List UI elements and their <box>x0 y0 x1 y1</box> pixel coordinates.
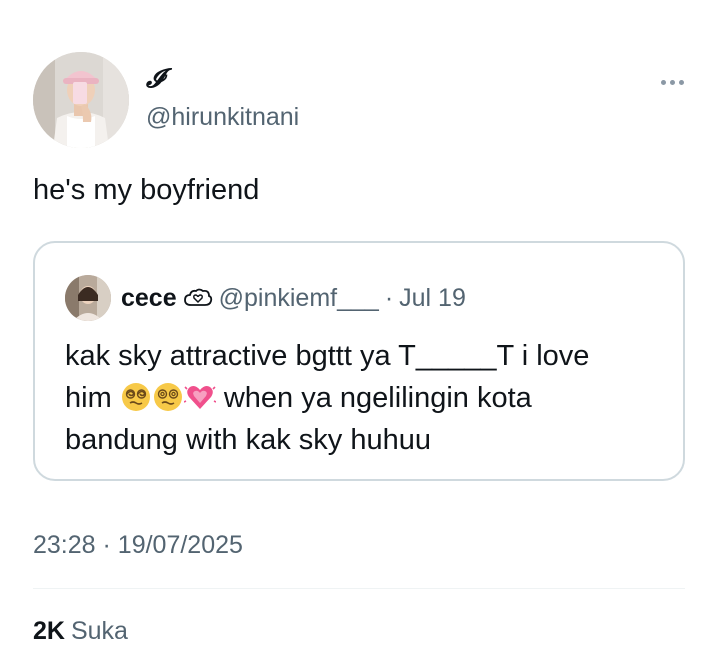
likes-stat[interactable]: 2K Suka <box>33 616 128 646</box>
dizzy-face-emoji <box>121 383 150 411</box>
tweet-text: he's my boyfriend <box>33 174 260 206</box>
quote-text-fragment: him <box>65 382 120 414</box>
tweet-date: 19/07/2025 <box>117 531 243 559</box>
quote-text-line: kak sky attractive bgttt ya T_____T i lo… <box>65 340 590 372</box>
more-dot-icon <box>660 79 666 85</box>
quote-author-name[interactable]: cece <box>121 283 177 313</box>
quoted-tweet-card[interactable]: cece @pinkiemf___ · Jul 19 kak sky attra… <box>33 241 685 481</box>
likes-count: 2K <box>33 617 65 645</box>
timestamp-separator: · <box>102 531 111 559</box>
quote-text-fragment: when ya ngelilingin kota <box>215 382 532 414</box>
author-display-name[interactable]: 𝓘 <box>146 64 164 94</box>
quote-text: kak sky attractive bgttt ya T_____T i lo… <box>65 335 665 461</box>
cloud-heart-icon <box>183 288 212 306</box>
more-dot-icon <box>669 79 675 85</box>
tweet-detail: 𝓘 @hirunkitnani he's my boyfriend cece @… <box>0 0 720 668</box>
quote-header: cece @pinkiemf___ · Jul 19 <box>121 283 466 313</box>
divider <box>33 588 685 589</box>
growing-heart-emoji <box>183 386 216 409</box>
tweet-time: 23:28 <box>33 531 96 559</box>
quote-author-handle[interactable]: @pinkiemf___ <box>219 283 379 313</box>
quote-separator: · <box>384 284 394 312</box>
quote-text-line: bandung with kak sky huhuu <box>65 424 431 456</box>
quote-author-avatar[interactable] <box>65 275 111 321</box>
dizzy-face-emoji <box>153 383 182 411</box>
likes-label: Suka <box>70 617 128 645</box>
more-dot-icon <box>678 79 684 85</box>
author-avatar[interactable] <box>33 52 129 148</box>
author-handle[interactable]: @hirunkitnani <box>146 102 299 132</box>
avatar-photo <box>33 52 129 148</box>
quote-avatar-photo <box>65 275 111 321</box>
more-options-button[interactable] <box>652 70 692 94</box>
tweet-timestamp[interactable]: 23:28 · 19/07/2025 <box>33 530 243 560</box>
quote-text-line: him when ya ngelilingin kota <box>65 377 665 419</box>
quote-date[interactable]: Jul 19 <box>399 283 466 313</box>
